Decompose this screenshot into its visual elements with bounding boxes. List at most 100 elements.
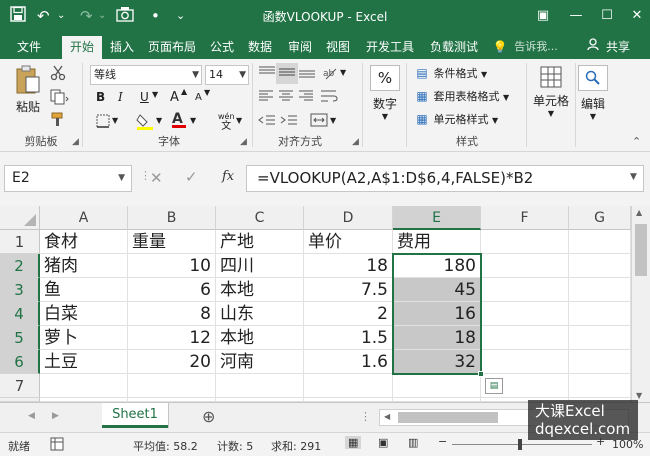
cell-c4[interactable]: 山东: [216, 302, 304, 326]
align-center-icon[interactable]: [278, 89, 294, 106]
cell-a7[interactable]: [40, 374, 128, 398]
status-sum[interactable]: 求和: 291: [271, 438, 321, 454]
cell-d6[interactable]: 1.6: [304, 350, 393, 374]
select-all-corner[interactable]: [0, 206, 40, 230]
cell-d7[interactable]: [304, 374, 393, 398]
bottom-align-icon[interactable]: [298, 65, 316, 82]
copy-icon[interactable]: [50, 89, 70, 108]
zoom-slider[interactable]: [452, 439, 592, 450]
macro-record-icon[interactable]: [50, 437, 64, 454]
clipboard-launcher-icon[interactable]: ◢: [72, 137, 79, 147]
cell-f4[interactable]: [481, 302, 569, 326]
cell-d3[interactable]: 7.5: [304, 278, 393, 302]
confirm-entry-icon[interactable]: ✓: [185, 168, 198, 186]
add-sheet-icon[interactable]: ⊕: [202, 407, 215, 426]
cell-b1[interactable]: 重量: [128, 230, 216, 254]
tab-split-grip-icon[interactable]: ⋮: [360, 410, 371, 423]
cell-g3[interactable]: [569, 278, 631, 302]
cell-a6[interactable]: 土豆: [40, 350, 128, 374]
merge-dropdown-icon[interactable]: ▼: [330, 116, 336, 125]
paste-button[interactable]: 粘贴: [10, 65, 46, 115]
cell-d4[interactable]: 2: [304, 302, 393, 326]
worksheet-grid[interactable]: ABCDEFG12345678食材重量产地单价费用猪肉10四川18180鱼6本地…: [0, 206, 650, 419]
cancel-entry-icon[interactable]: ✕: [150, 169, 163, 187]
next-sheet-icon[interactable]: ▶: [52, 411, 59, 421]
share-button[interactable]: 共享: [601, 36, 635, 59]
cell-b6[interactable]: 20: [128, 350, 216, 374]
format-painter-icon[interactable]: [50, 112, 66, 131]
tab-developer[interactable]: 开发工具: [360, 36, 420, 59]
page-break-view-icon[interactable]: ▥: [408, 436, 418, 449]
column-header-b[interactable]: B: [128, 206, 216, 230]
normal-view-icon[interactable]: ▦: [345, 436, 362, 449]
status-count[interactable]: 计数: 5: [217, 438, 253, 454]
cell-c1[interactable]: 产地: [216, 230, 304, 254]
cell-c7[interactable]: [216, 374, 304, 398]
fill-handle[interactable]: [478, 371, 484, 377]
cell-e2[interactable]: 180: [393, 254, 481, 278]
cell-a5[interactable]: 萝卜: [40, 326, 128, 350]
cell-b3[interactable]: 6: [128, 278, 216, 302]
alignment-launcher-icon[interactable]: ◢: [352, 137, 359, 147]
cell-g1[interactable]: [569, 230, 631, 254]
cell-f1[interactable]: [481, 230, 569, 254]
sheet-tab-sheet1[interactable]: Sheet1: [102, 403, 168, 428]
zoom-slider-thumb[interactable]: [518, 439, 522, 450]
editing-button[interactable]: 编辑 ▼: [578, 65, 608, 121]
ribbon-display-options-icon[interactable]: ▣: [530, 4, 556, 28]
tab-data[interactable]: 数据: [242, 36, 278, 59]
chevron-down-icon[interactable]: ▼: [192, 66, 199, 84]
borders-dropdown-icon[interactable]: ▼: [112, 116, 118, 125]
align-right-icon[interactable]: [298, 89, 314, 106]
font-size-combo[interactable]: 14 ▼: [205, 65, 249, 85]
cell-e3[interactable]: 45: [393, 278, 481, 302]
cell-g6[interactable]: [569, 350, 631, 374]
column-header-f[interactable]: F: [481, 206, 569, 230]
cell-f3[interactable]: [481, 278, 569, 302]
decrease-indent-icon[interactable]: [258, 113, 276, 130]
name-box[interactable]: E2 ▼: [4, 165, 132, 192]
row-header-5[interactable]: 5: [0, 326, 40, 350]
cell-g7[interactable]: [569, 374, 631, 398]
tab-insert[interactable]: 插入: [104, 36, 140, 59]
format-as-table-button[interactable]: ▦ 套用表格格式 ▼: [414, 88, 509, 104]
cell-a2[interactable]: 猪肉: [40, 254, 128, 278]
vertical-scrollbar[interactable]: ▲ ▼: [631, 206, 650, 402]
cell-c6[interactable]: 河南: [216, 350, 304, 374]
cell-styles-button[interactable]: ▦ 单元格样式 ▼: [414, 111, 498, 127]
vertical-scroll-thumb[interactable]: [635, 224, 647, 276]
cell-f2[interactable]: [481, 254, 569, 278]
cell-e1[interactable]: 费用: [393, 230, 481, 254]
cell-f5[interactable]: [481, 326, 569, 350]
prev-sheet-icon[interactable]: ◀: [28, 411, 35, 421]
page-layout-view-icon[interactable]: ▣: [378, 436, 388, 449]
scroll-up-icon[interactable]: ▲: [636, 208, 642, 217]
column-header-g[interactable]: G: [569, 206, 631, 230]
cell-b5[interactable]: 12: [128, 326, 216, 350]
row-header-7[interactable]: 7: [0, 374, 40, 398]
tab-review[interactable]: 审阅: [282, 36, 318, 59]
close-icon[interactable]: ✕: [624, 4, 650, 28]
cell-a1[interactable]: 食材: [40, 230, 128, 254]
row-header-6[interactable]: 6: [0, 350, 40, 374]
zoom-out-icon[interactable]: −: [438, 435, 447, 448]
cell-b7[interactable]: [128, 374, 216, 398]
row-header-1[interactable]: 1: [0, 230, 40, 254]
cell-e4[interactable]: 16: [393, 302, 481, 326]
horizontal-scroll-thumb[interactable]: [398, 412, 498, 423]
maximize-icon[interactable]: ☐: [594, 4, 620, 28]
cell-e7[interactable]: [393, 374, 481, 398]
orientation-icon[interactable]: ab: [322, 65, 338, 84]
insert-function-icon[interactable]: fx: [222, 169, 234, 184]
tell-me-search[interactable]: 告诉我...: [508, 36, 564, 59]
row-header-2[interactable]: 2: [0, 254, 40, 278]
font-launcher-icon[interactable]: ◢: [240, 137, 247, 147]
column-header-a[interactable]: A: [40, 206, 128, 230]
row-header-3[interactable]: 3: [0, 278, 40, 302]
top-align-icon[interactable]: [258, 65, 276, 82]
wrap-text-icon[interactable]: [320, 89, 338, 106]
cell-c5[interactable]: 本地: [216, 326, 304, 350]
formula-input[interactable]: =VLOOKUP(A2,A$1:D$6,4,FALSE)*B2: [246, 165, 644, 192]
underline-button[interactable]: U: [140, 90, 149, 104]
cell-f6[interactable]: [481, 350, 569, 374]
